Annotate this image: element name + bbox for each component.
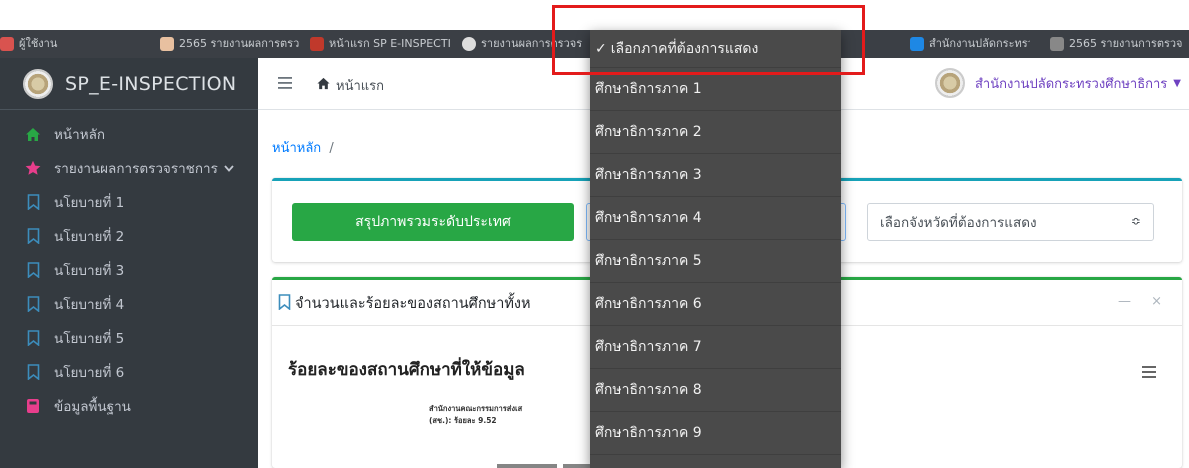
sidebar-item-policy-4[interactable]: นโยบายที่ 4 [0, 287, 258, 321]
sidebar-item-label: หน้าหลัก [54, 127, 106, 143]
sidebar-item-home[interactable]: หน้าหลัก [0, 117, 258, 151]
org-name: สำนักงานปลัดกระทรวงศึกษาธิการ [974, 76, 1168, 92]
dropdown-option[interactable]: ศึกษาธิการภาค 3 [590, 154, 841, 197]
tab-favicon-icon [1050, 37, 1064, 51]
browser-tab[interactable]: สำนักงานปลัดกระทรวง [910, 34, 1030, 54]
user-org-menu[interactable]: สำนักงานปลัดกระทรวงศึกษาธิการ ▼ [934, 68, 1181, 98]
region-dropdown-menu: ✓ เลือกภาคที่ต้องการแสดง ศึกษาธิการภาค 1… [590, 30, 841, 468]
sidebar-item-label: นโยบายที่ 4 [54, 297, 125, 313]
national-summary-button[interactable]: สรุปภาพรวมระดับประเทศ [292, 203, 574, 241]
tab-favicon-icon [160, 37, 174, 51]
sidebar-item-label: นโยบายที่ 6 [54, 365, 125, 381]
highlight-box [552, 5, 865, 75]
breadcrumb-home-link[interactable]: หน้าหลัก [272, 141, 321, 156]
chart-menu-icon[interactable] [1142, 362, 1156, 383]
browser-tab[interactable]: 2565 รายงานผลการตรวจ [160, 34, 300, 54]
org-logo-icon [934, 68, 965, 98]
bookmark-icon [24, 193, 42, 211]
brand-name: SP_E-INSPECTION [65, 72, 237, 95]
breadcrumb-separator: / [329, 141, 334, 156]
bookmark-icon [24, 261, 42, 279]
province-select-value: เลือกจังหวัดที่ต้องการแสดง [880, 215, 1037, 231]
sidebar: SP_E-INSPECTION หน้าหลัก รายงานผลการตรวจ… [0, 58, 258, 468]
star-icon [24, 159, 42, 177]
dropdown-option[interactable]: ศึกษาธิการภาค 5 [590, 240, 841, 283]
tab-favicon-icon [462, 37, 476, 51]
home-icon [24, 125, 42, 143]
sidebar-item-label: นโยบายที่ 1 [54, 195, 125, 211]
menu-toggle-icon[interactable] [278, 73, 292, 94]
sidebar-item-label: นโยบายที่ 2 [54, 229, 125, 245]
tab-favicon-icon [0, 37, 14, 51]
sidebar-item-policy-2[interactable]: นโยบายที่ 2 [0, 219, 258, 253]
browser-tab[interactable]: 2565 รายงานการตรวจ [1050, 34, 1189, 54]
sidebar-item-label: นโยบายที่ 5 [54, 331, 125, 347]
collapse-icon[interactable]: — [1118, 294, 1131, 309]
sidebar-item-policy-1[interactable]: นโยบายที่ 1 [0, 185, 258, 219]
sidebar-item-label: นโยบายที่ 3 [54, 263, 125, 279]
card-title: จำนวนและร้อยละของสถานศึกษาทั้งห [278, 292, 531, 315]
card-title-text: จำนวนและร้อยละของสถานศึกษาทั้งห [295, 296, 531, 312]
tab-favicon-icon [910, 37, 924, 51]
province-select[interactable]: เลือกจังหวัดที่ต้องการแสดง ≎ [867, 203, 1154, 241]
home-icon [316, 77, 331, 94]
dropdown-option[interactable]: ศึกษาธิการภาค 2 [590, 111, 841, 154]
chevron-down-icon [224, 162, 234, 175]
dropdown-option[interactable]: ศึกษาธิการภาค 9 [590, 412, 841, 455]
card-tools: — × [1102, 294, 1162, 309]
dropdown-option[interactable]: ศึกษาธิการภาค 4 [590, 197, 841, 240]
brand-logo-icon [23, 68, 53, 99]
sidebar-item-policy-5[interactable]: นโยบายที่ 5 [0, 321, 258, 355]
bookmark-icon [24, 329, 42, 347]
browser-tab[interactable]: หน้าแรก SP E-INSPECTION [310, 34, 450, 54]
tab-favicon-icon [310, 37, 324, 51]
chart-title: ร้อยละของสถานศึกษาที่ให้ข้อมูล [288, 360, 525, 380]
sidebar-item-basic-data[interactable]: ข้อมูลพื้นฐาน [0, 389, 258, 423]
sidebar-item-label: ข้อมูลพื้นฐาน [54, 399, 131, 415]
bookmark-icon [24, 227, 42, 245]
brand[interactable]: SP_E-INSPECTION [0, 58, 258, 110]
select-arrows-icon: ≎ [1130, 214, 1141, 228]
nav-home-link[interactable]: หน้าแรก [316, 75, 384, 96]
dropdown-option[interactable]: ศึกษาธิการภาค 7 [590, 326, 841, 369]
bookmark-icon [24, 295, 42, 313]
database-icon [24, 397, 42, 415]
sidebar-item-label: รายงานผลการตรวจราชการ [54, 161, 218, 177]
caret-down-icon: ▼ [1173, 77, 1181, 89]
close-icon[interactable]: × [1151, 294, 1162, 309]
nav-home-label: หน้าแรก [336, 79, 384, 94]
breadcrumb: หน้าหลัก / [272, 137, 334, 158]
chart-data-label: สำนักงานคณะกรรมการส่งเส (สช.): ร้อยละ 9.… [429, 404, 523, 425]
sidebar-item-policy-6[interactable]: นโยบายที่ 6 [0, 355, 258, 389]
dropdown-option[interactable]: ศึกษาธิการภาค 6 [590, 283, 841, 326]
sidebar-item-policy-3[interactable]: นโยบายที่ 3 [0, 253, 258, 287]
bookmark-icon [24, 363, 42, 381]
bookmark-icon [278, 293, 291, 314]
dropdown-option[interactable]: ศึกษาธิการภาค 8 [590, 369, 841, 412]
browser-tab[interactable]: ผู้ใช้งาน [0, 34, 120, 54]
sidebar-item-inspection-report[interactable]: รายงานผลการตรวจราชการ [0, 151, 258, 185]
